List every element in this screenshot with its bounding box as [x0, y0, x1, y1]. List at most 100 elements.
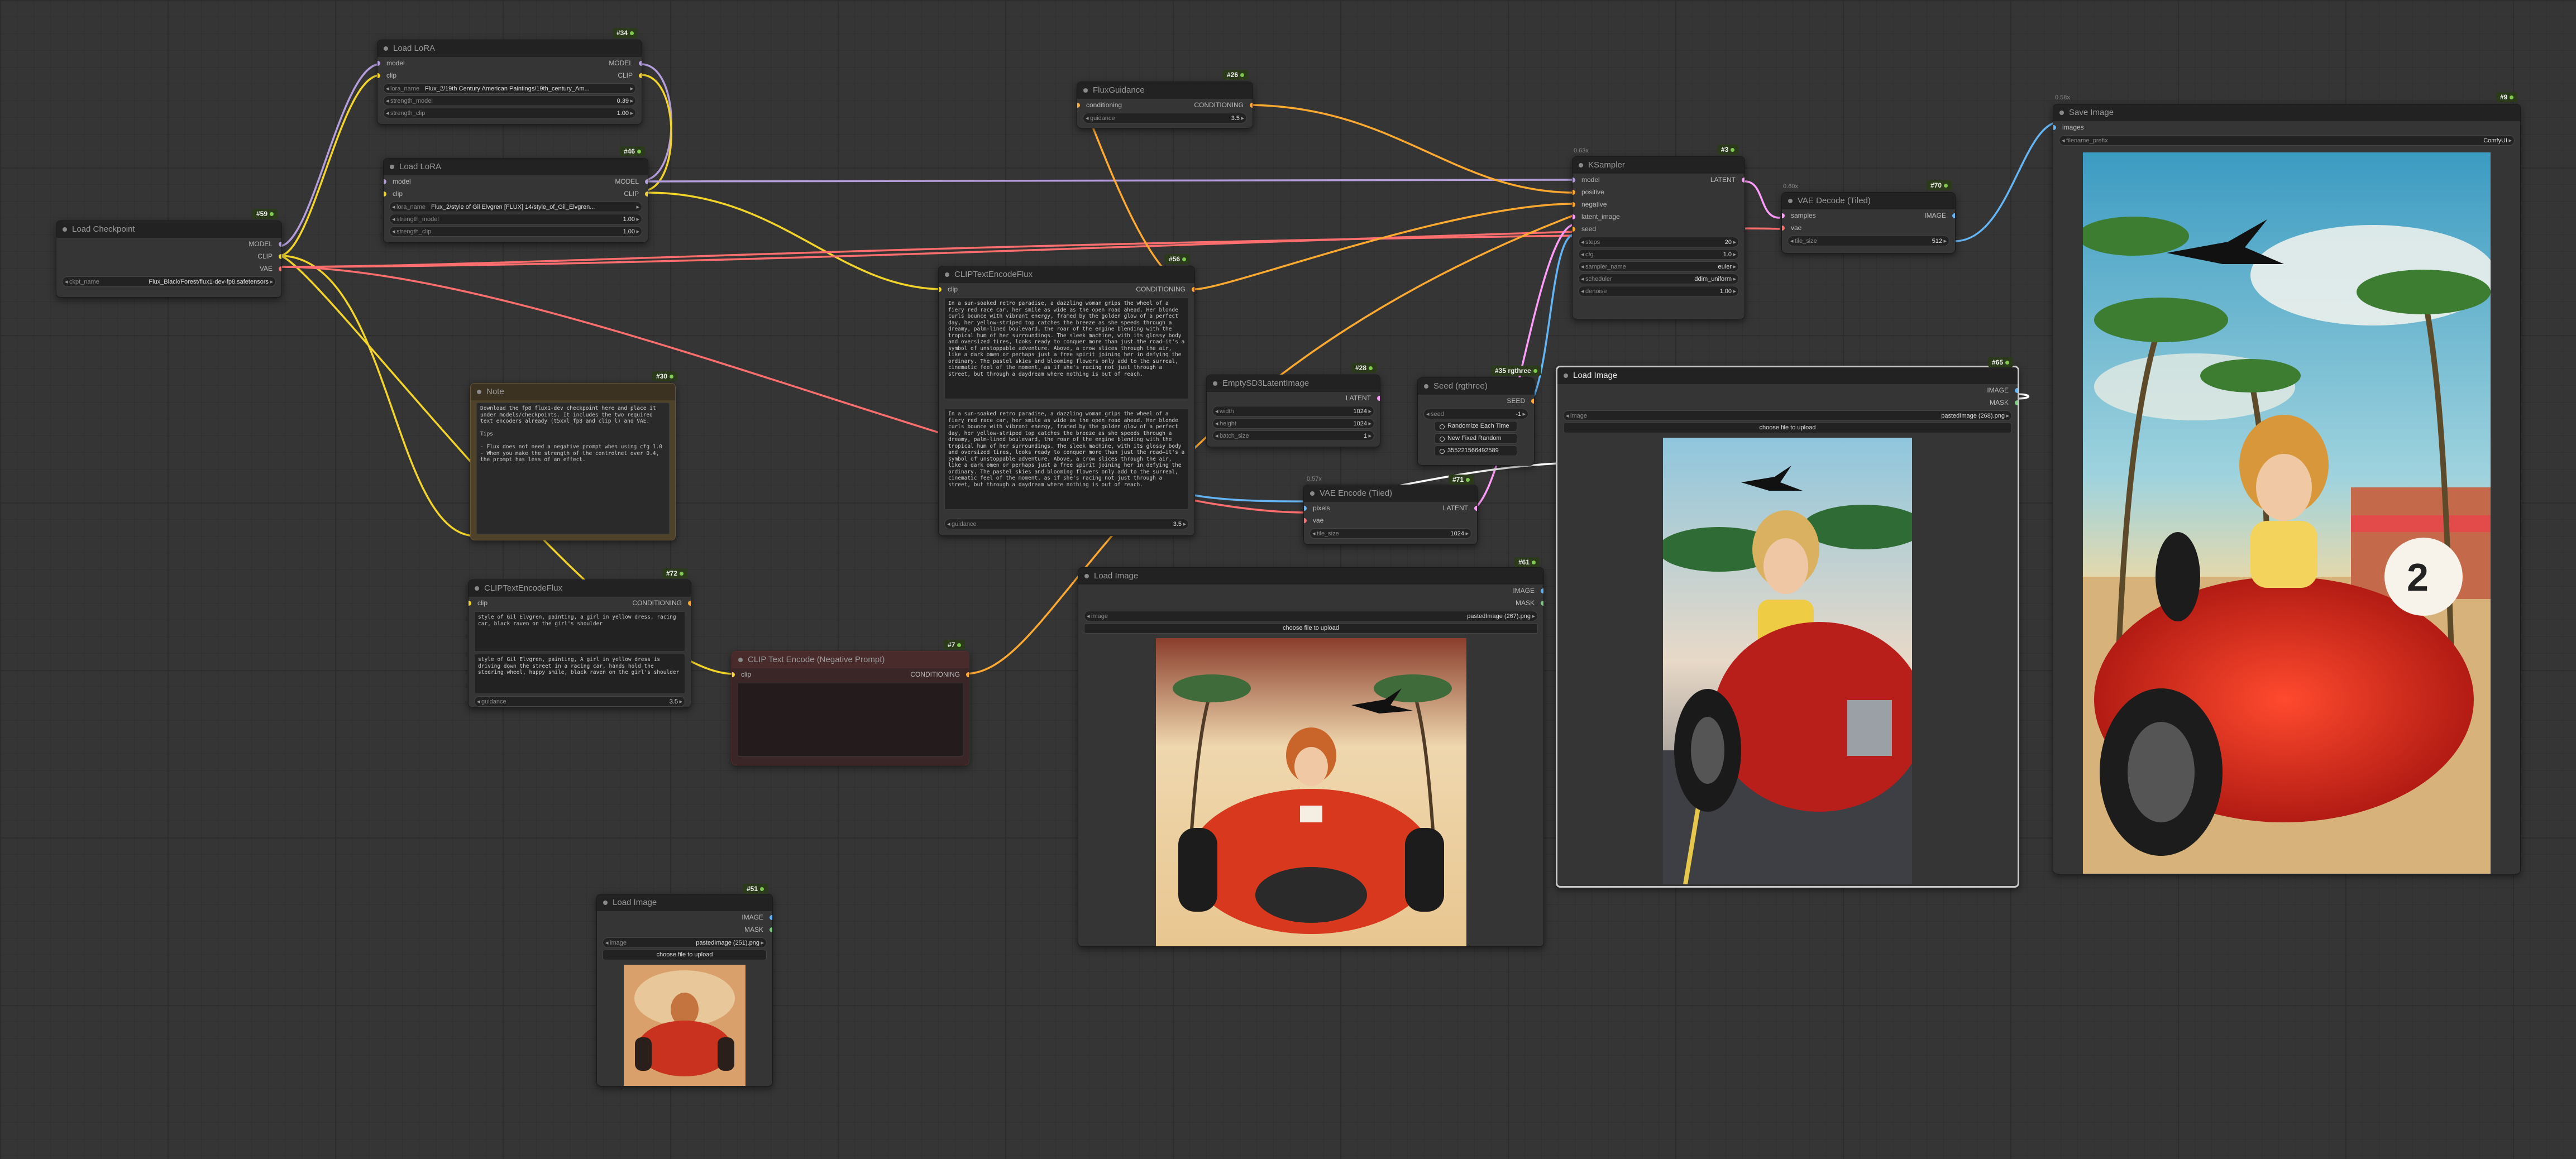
use-last-queued-seed-button[interactable]: 355221566492589: [1435, 446, 1517, 456]
seed-widget[interactable]: seed-1: [1423, 409, 1528, 419]
node-title[interactable]: EmptySD3LatentImage: [1207, 375, 1380, 392]
node-title[interactable]: CLIPTextEncodeFlux: [939, 266, 1194, 283]
save-image-node[interactable]: Save Image images filename_prefixComfyUI…: [2053, 104, 2521, 874]
tile-size-widget[interactable]: tile_size512: [1788, 236, 1949, 246]
latent-output[interactable]: LATENT: [1710, 174, 1745, 186]
node-title[interactable]: CLIPTextEncodeFlux: [469, 580, 691, 597]
vae-output[interactable]: VAE: [260, 262, 281, 275]
lora-name-widget[interactable]: lora_nameFlux_2/style of Gil Elvgren [FL…: [389, 202, 642, 212]
steps-widget[interactable]: steps20: [1578, 237, 1739, 247]
guidance-widget[interactable]: guidance3.5: [1083, 113, 1247, 123]
image-select-widget[interactable]: imagepastedImage (251).png: [603, 937, 767, 948]
note-node[interactable]: Note Download the fp8 flux1-dev checkpoi…: [470, 383, 676, 540]
strength-model-widget[interactable]: strength_model0.39: [383, 95, 636, 106]
node-title[interactable]: KSampler: [1573, 157, 1745, 174]
mask-output[interactable]: MASK: [744, 923, 772, 936]
node-title[interactable]: Load Checkpoint: [56, 221, 281, 238]
clip-output[interactable]: CLIP: [257, 250, 281, 262]
tile-size-widget[interactable]: tile_size1024: [1309, 528, 1471, 539]
clip-negative-prompt-node[interactable]: CLIP Text Encode (Negative Prompt) clip C…: [732, 651, 969, 765]
model-output[interactable]: MODEL: [615, 175, 648, 188]
clip-input[interactable]: clip: [469, 597, 488, 609]
choose-file-button[interactable]: choose file to upload: [1563, 423, 2012, 433]
node-title[interactable]: Load LoRA: [377, 40, 642, 57]
image-output[interactable]: IMAGE: [1513, 585, 1543, 597]
positive-input[interactable]: positive: [1573, 186, 1604, 198]
model-output[interactable]: MODEL: [609, 57, 642, 69]
latent-output[interactable]: LATENT: [1346, 392, 1380, 404]
sampler-name-widget[interactable]: sampler_nameeuler: [1578, 261, 1739, 272]
conditioning-output[interactable]: CONDITIONING: [632, 597, 691, 609]
negative-input[interactable]: negative: [1573, 198, 1607, 210]
clip-output[interactable]: CLIP: [618, 69, 642, 82]
denoise-widget[interactable]: denoise1.00: [1578, 286, 1739, 296]
ksampler-node[interactable]: KSampler model LATENT positive negative l…: [1572, 156, 1745, 319]
mask-output[interactable]: MASK: [1990, 396, 2018, 409]
note-textarea[interactable]: Download the fp8 flux1-dev checkpoint he…: [476, 403, 670, 534]
loaded-image-preview[interactable]: [1663, 438, 1912, 884]
load-image-node[interactable]: Load Image IMAGE MASK imagepastedImage (…: [1078, 567, 1544, 947]
conditioning-output[interactable]: CONDITIONING: [910, 668, 969, 681]
image-select-widget[interactable]: imagepastedImage (268).png: [1563, 410, 2012, 421]
batch-size-widget[interactable]: batch_size1: [1212, 430, 1374, 441]
clip-input[interactable]: clip: [732, 668, 751, 681]
clip-input[interactable]: clip: [377, 69, 396, 82]
saved-image-preview[interactable]: 2: [2083, 152, 2491, 874]
conditioning-output[interactable]: CONDITIONING: [1194, 99, 1253, 111]
scheduler-widget[interactable]: schedulerddim_uniform: [1578, 274, 1739, 284]
image-output[interactable]: IMAGE: [742, 911, 772, 923]
flux-guidance-node[interactable]: FluxGuidance conditioning CONDITIONING gu…: [1077, 82, 1253, 128]
node-title[interactable]: Load LoRA: [384, 159, 648, 175]
clip-text-encode-flux-node[interactable]: CLIPTextEncodeFlux clip CONDITIONING styl…: [468, 580, 691, 708]
mask-output[interactable]: MASK: [1516, 597, 1543, 609]
node-title[interactable]: Load Image: [1557, 367, 2018, 384]
strength-clip-widget[interactable]: strength_clip1.00: [389, 226, 642, 237]
load-lora-node[interactable]: Load LoRA model MODEL clip CLIP lora_nameF…: [383, 158, 648, 243]
t5xxl-textarea[interactable]: In a sun-soaked retro paradise, a dazzli…: [944, 408, 1189, 510]
model-output[interactable]: MODEL: [248, 238, 281, 250]
node-title[interactable]: FluxGuidance: [1077, 82, 1253, 99]
conditioning-input[interactable]: conditioning: [1077, 99, 1122, 111]
pixels-input[interactable]: pixels: [1304, 502, 1330, 514]
seed-output[interactable]: SEED: [1507, 395, 1534, 407]
load-checkpoint-node[interactable]: Load Checkpoint MODEL CLIP VAE ckpt_name…: [56, 221, 282, 298]
new-fixed-random-button[interactable]: New Fixed Random: [1435, 433, 1517, 444]
strength-clip-widget[interactable]: strength_clip1.00: [383, 108, 636, 118]
seed-rgthree-node[interactable]: Seed (rgthree) SEED seed-1 Randomize Eac…: [1417, 377, 1535, 466]
node-title[interactable]: Note: [471, 384, 675, 400]
loaded-image-preview[interactable]: [1155, 638, 1466, 946]
latent-output[interactable]: LATENT: [1443, 502, 1477, 514]
randomize-each-time-button[interactable]: Randomize Each Time: [1435, 421, 1517, 432]
clip-text-encode-flux-node[interactable]: CLIPTextEncodeFlux clip CONDITIONING In a…: [938, 266, 1195, 536]
model-input[interactable]: model: [1573, 174, 1600, 186]
strength-model-widget[interactable]: strength_model1.00: [389, 214, 642, 224]
model-input[interactable]: model: [384, 175, 411, 188]
node-title[interactable]: VAE Decode (Tiled): [1782, 193, 1955, 209]
latent-image-input[interactable]: latent_image: [1573, 210, 1620, 223]
choose-file-button[interactable]: choose file to upload: [603, 950, 767, 960]
node-title[interactable]: Seed (rgthree): [1418, 378, 1534, 395]
samples-input[interactable]: samples: [1782, 209, 1816, 222]
clip-input[interactable]: clip: [384, 188, 403, 200]
clip-l-textarea[interactable]: style of Gil Elvgren, painting, a girl i…: [474, 611, 685, 652]
height-widget[interactable]: height1024: [1212, 418, 1374, 429]
t5xxl-textarea[interactable]: style of Gil Elvgren, painting, A girl i…: [474, 654, 685, 694]
load-image-node[interactable]: Load Image IMAGE MASK imagepastedImage (…: [596, 894, 773, 1086]
clip-input[interactable]: clip: [939, 283, 958, 295]
ckpt-name-widget[interactable]: ckpt_nameFlux_Black/Forest/flux1-dev-fp8…: [62, 276, 276, 287]
conditioning-output[interactable]: CONDITIONING: [1136, 283, 1194, 295]
vae-input[interactable]: vae: [1782, 222, 1801, 234]
negative-prompt-textarea[interactable]: [738, 683, 963, 756]
choose-file-button[interactable]: choose file to upload: [1084, 623, 1538, 634]
images-input[interactable]: images: [2053, 121, 2084, 133]
load-lora-node[interactable]: Load LoRA model MODEL clip CLIP lora_nameF…: [377, 40, 642, 124]
guidance-widget[interactable]: guidance3.5: [944, 519, 1189, 529]
model-input[interactable]: model: [377, 57, 405, 69]
image-output[interactable]: IMAGE: [1987, 384, 2018, 396]
seed-input[interactable]: seed: [1573, 223, 1596, 235]
guidance-widget[interactable]: guidance3.5: [474, 696, 685, 707]
image-output[interactable]: IMAGE: [1924, 209, 1955, 222]
vae-decode-tiled-node[interactable]: VAE Decode (Tiled) samples IMAGE vae tile…: [1781, 192, 1956, 253]
load-image-node[interactable]: Load Image IMAGE MASK imagepastedImage (…: [1556, 366, 2019, 888]
node-title[interactable]: VAE Encode (Tiled): [1304, 485, 1477, 502]
